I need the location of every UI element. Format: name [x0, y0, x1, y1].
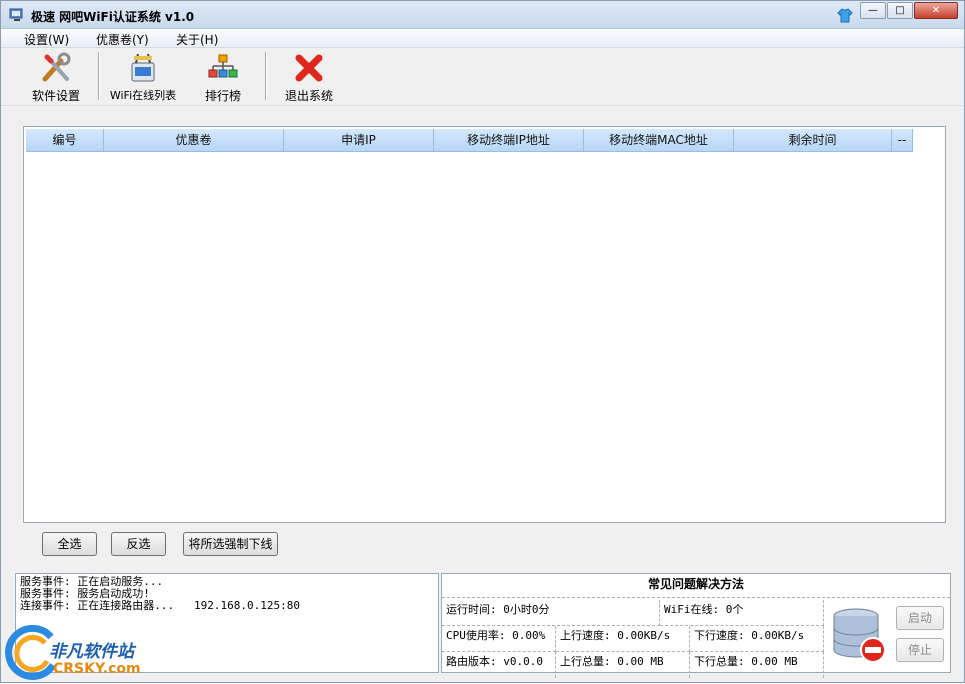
- exit-system-button[interactable]: 退出系统: [281, 51, 337, 104]
- tools-icon: [42, 52, 71, 82]
- window-title: 极速 网吧WiFi认证系统 v1.0: [31, 10, 195, 24]
- table-header: 编号 优惠卷 申请IP 移动终端IP地址 移动终端MAC地址 剩余时间 --: [26, 129, 913, 152]
- exit-system-label: 退出系统: [284, 89, 333, 103]
- wifi-online-list-label: WiFi在线列表: [109, 89, 177, 102]
- run-time: 运行时间: 0小时0分: [442, 600, 660, 626]
- leaderboard-button[interactable]: 排行榜: [201, 51, 245, 104]
- download-total-value: 下行总量: 0.00 MB: [694, 655, 798, 668]
- router-version-value: 路由版本: v0.0.0: [446, 655, 543, 668]
- minimize-button[interactable]: —: [860, 2, 886, 19]
- force-offline-button[interactable]: 将所选强制下线: [183, 532, 278, 556]
- column-header-id[interactable]: 编号: [26, 129, 104, 152]
- upload-speed-value: 上行速度: 0.00KB/s: [560, 629, 671, 642]
- select-all-button[interactable]: 全选: [42, 532, 97, 556]
- hierarchy-icon: [208, 54, 238, 78]
- start-button[interactable]: 启动: [896, 606, 944, 630]
- status-panel: 常见问题解决方法 运行时间: 0小时0分 WiFi在线: 0个 CPU使用率: …: [441, 573, 951, 678]
- menu-coupons[interactable]: 优惠卷(Y): [96, 31, 149, 48]
- maximize-button[interactable]: □: [887, 2, 913, 19]
- router-icon: [131, 53, 155, 82]
- title-bar: 极速 网吧WiFi认证系统 v1.0 — □ ✕: [1, 1, 964, 29]
- toolbar-separator: [265, 52, 267, 100]
- column-header-coupon[interactable]: 优惠卷: [104, 129, 284, 152]
- menu-about[interactable]: 关于(H): [176, 31, 218, 48]
- wifi-online-value: WiFi在线: 0个: [664, 603, 744, 616]
- download-speed: 下行速度: 0.00KB/s: [690, 626, 824, 652]
- column-header-remaining-time[interactable]: 剩余时间: [734, 129, 892, 152]
- download-speed-value: 下行速度: 0.00KB/s: [694, 629, 805, 642]
- toolbar-separator: [98, 52, 100, 100]
- column-header-mobile-mac[interactable]: 移动终端MAC地址: [584, 129, 734, 152]
- cpu-usage-value: CPU使用率: 0.00%: [446, 629, 546, 642]
- exit-x-icon: [295, 54, 323, 82]
- database-stop-icon: [833, 608, 886, 663]
- service-control: 启动 停止: [824, 598, 950, 672]
- column-header-request-ip[interactable]: 申请IP: [284, 129, 434, 152]
- upload-total-value: 上行总量: 0.00 MB: [560, 655, 664, 668]
- watermark-en: CRSKY.com: [53, 661, 141, 677]
- wifi-online-count: WiFi在线: 0个: [660, 600, 824, 626]
- upload-total: 上行总量: 0.00 MB: [556, 652, 690, 678]
- online-users-table[interactable]: 编号 优惠卷 申请IP 移动终端IP地址 移动终端MAC地址 剩余时间 --: [23, 126, 946, 523]
- app-window: 极速 网吧WiFi认证系统 v1.0 — □ ✕ 设置(W) 优惠卷(Y) 关于…: [0, 0, 965, 683]
- app-icon: [9, 8, 23, 21]
- stop-button[interactable]: 停止: [896, 638, 944, 662]
- invert-selection-button[interactable]: 反选: [111, 532, 166, 556]
- crsky-watermark: 非凡软件站 CRSKY.com: [1, 623, 161, 684]
- column-header-mobile-ip[interactable]: 移动终端IP地址: [434, 129, 584, 152]
- skin-shirt-icon[interactable]: [837, 7, 853, 23]
- log-line: 连接事件: 正在连接路由器... 192.168.0.125:80: [20, 599, 300, 612]
- run-time-value: 运行时间: 0小时0分: [446, 603, 550, 616]
- router-version: 路由版本: v0.0.0: [442, 652, 556, 678]
- software-settings-label: 软件设置: [31, 89, 80, 103]
- software-settings-button[interactable]: 软件设置: [29, 51, 83, 104]
- column-header-extra[interactable]: --: [892, 129, 913, 152]
- download-total: 下行总量: 0.00 MB: [690, 652, 824, 678]
- watermark-cn: 非凡软件站: [49, 642, 134, 662]
- menu-bar: 设置(W) 优惠卷(Y) 关于(H): [1, 29, 964, 48]
- wifi-online-list-button[interactable]: WiFi在线列表: [105, 51, 181, 103]
- menu-settings[interactable]: 设置(W): [24, 31, 69, 48]
- faq-link[interactable]: 常见问题解决方法: [442, 574, 950, 598]
- leaderboard-label: 排行榜: [204, 89, 241, 103]
- toolbar: 软件设置 WiFi在线列表 排行榜 退出系统: [1, 48, 964, 106]
- upload-speed: 上行速度: 0.00KB/s: [556, 626, 690, 652]
- cpu-usage: CPU使用率: 0.00%: [442, 626, 556, 652]
- close-button[interactable]: ✕: [914, 2, 958, 19]
